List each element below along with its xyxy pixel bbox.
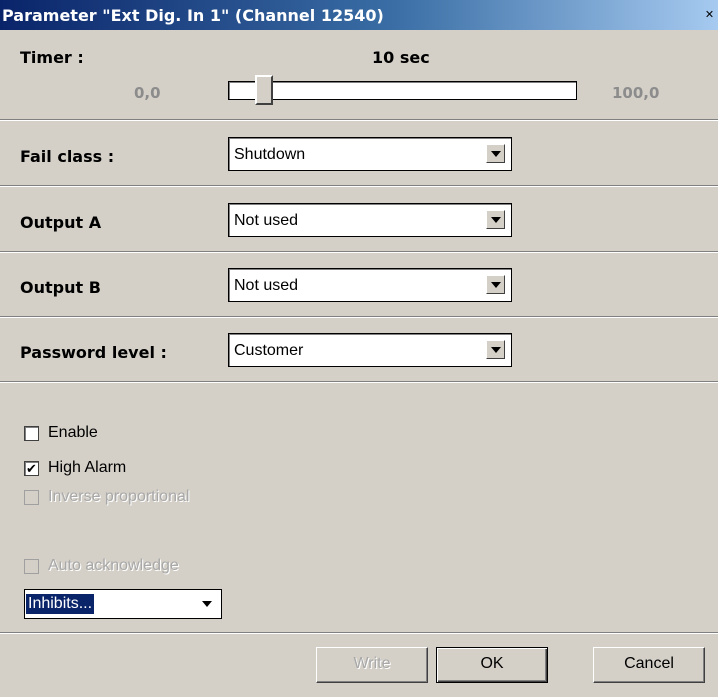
ok-button[interactable]: OK: [436, 647, 548, 683]
divider: [0, 316, 718, 318]
window-title: Parameter "Ext Dig. In 1" (Channel 12540…: [2, 6, 384, 25]
chevron-down-icon[interactable]: [486, 340, 505, 359]
chevron-down-icon[interactable]: [486, 275, 505, 294]
chevron-down-icon[interactable]: [486, 210, 505, 229]
timer-label: Timer :: [20, 48, 84, 67]
divider: [0, 251, 718, 253]
inverse-proportional-label: Inverse proportional: [48, 488, 190, 505]
output-b-value: Not used: [234, 277, 299, 294]
output-a-value: Not used: [234, 212, 299, 229]
output-b-dropdown[interactable]: Not used: [228, 268, 512, 302]
timer-value: 10 sec: [372, 48, 430, 67]
fail-class-label: Fail class :: [20, 147, 115, 166]
output-a-dropdown[interactable]: Not used: [228, 203, 512, 237]
enable-label: Enable: [48, 424, 98, 441]
output-b-label: Output B: [20, 278, 101, 297]
divider: [0, 381, 718, 383]
auto-acknowledge-label: Auto acknowledge: [48, 557, 179, 574]
high-alarm-label: High Alarm: [48, 459, 127, 476]
inhibits-value: Inhibits...: [24, 593, 96, 615]
password-level-value: Customer: [234, 342, 304, 359]
divider: [0, 185, 718, 187]
fail-class-dropdown[interactable]: Shutdown: [228, 137, 512, 171]
write-button[interactable]: Write: [316, 647, 428, 683]
checkbox-box: [24, 558, 39, 574]
inverse-proportional-checkbox: Inverse proportional: [24, 487, 189, 507]
checkbox-box[interactable]: [24, 425, 39, 441]
checkbox-box: [24, 489, 39, 505]
high-alarm-checkbox[interactable]: ✔ High Alarm: [24, 458, 126, 478]
divider: [0, 632, 718, 634]
title-bar[interactable]: Parameter "Ext Dig. In 1" (Channel 12540…: [0, 0, 718, 30]
password-level-dropdown[interactable]: Customer: [228, 333, 512, 367]
close-icon[interactable]: ✕: [703, 8, 716, 21]
output-a-label: Output A: [20, 213, 102, 232]
chevron-down-icon[interactable]: [486, 144, 505, 163]
timer-min-label: 0,0: [134, 84, 161, 102]
chevron-down-icon[interactable]: [196, 593, 218, 615]
password-level-label: Password level :: [20, 343, 167, 362]
timer-max-label: 100,0: [612, 84, 660, 102]
timer-slider[interactable]: [228, 81, 577, 100]
enable-checkbox[interactable]: Enable: [24, 423, 98, 443]
checkmark-icon[interactable]: ✔: [24, 460, 39, 476]
divider: [0, 119, 718, 121]
inhibits-dropdown[interactable]: Inhibits...: [24, 589, 222, 619]
fail-class-value: Shutdown: [234, 146, 306, 163]
auto-acknowledge-checkbox: Auto acknowledge: [24, 556, 179, 576]
timer-slider-thumb[interactable]: [255, 75, 273, 105]
cancel-button[interactable]: Cancel: [593, 647, 705, 683]
